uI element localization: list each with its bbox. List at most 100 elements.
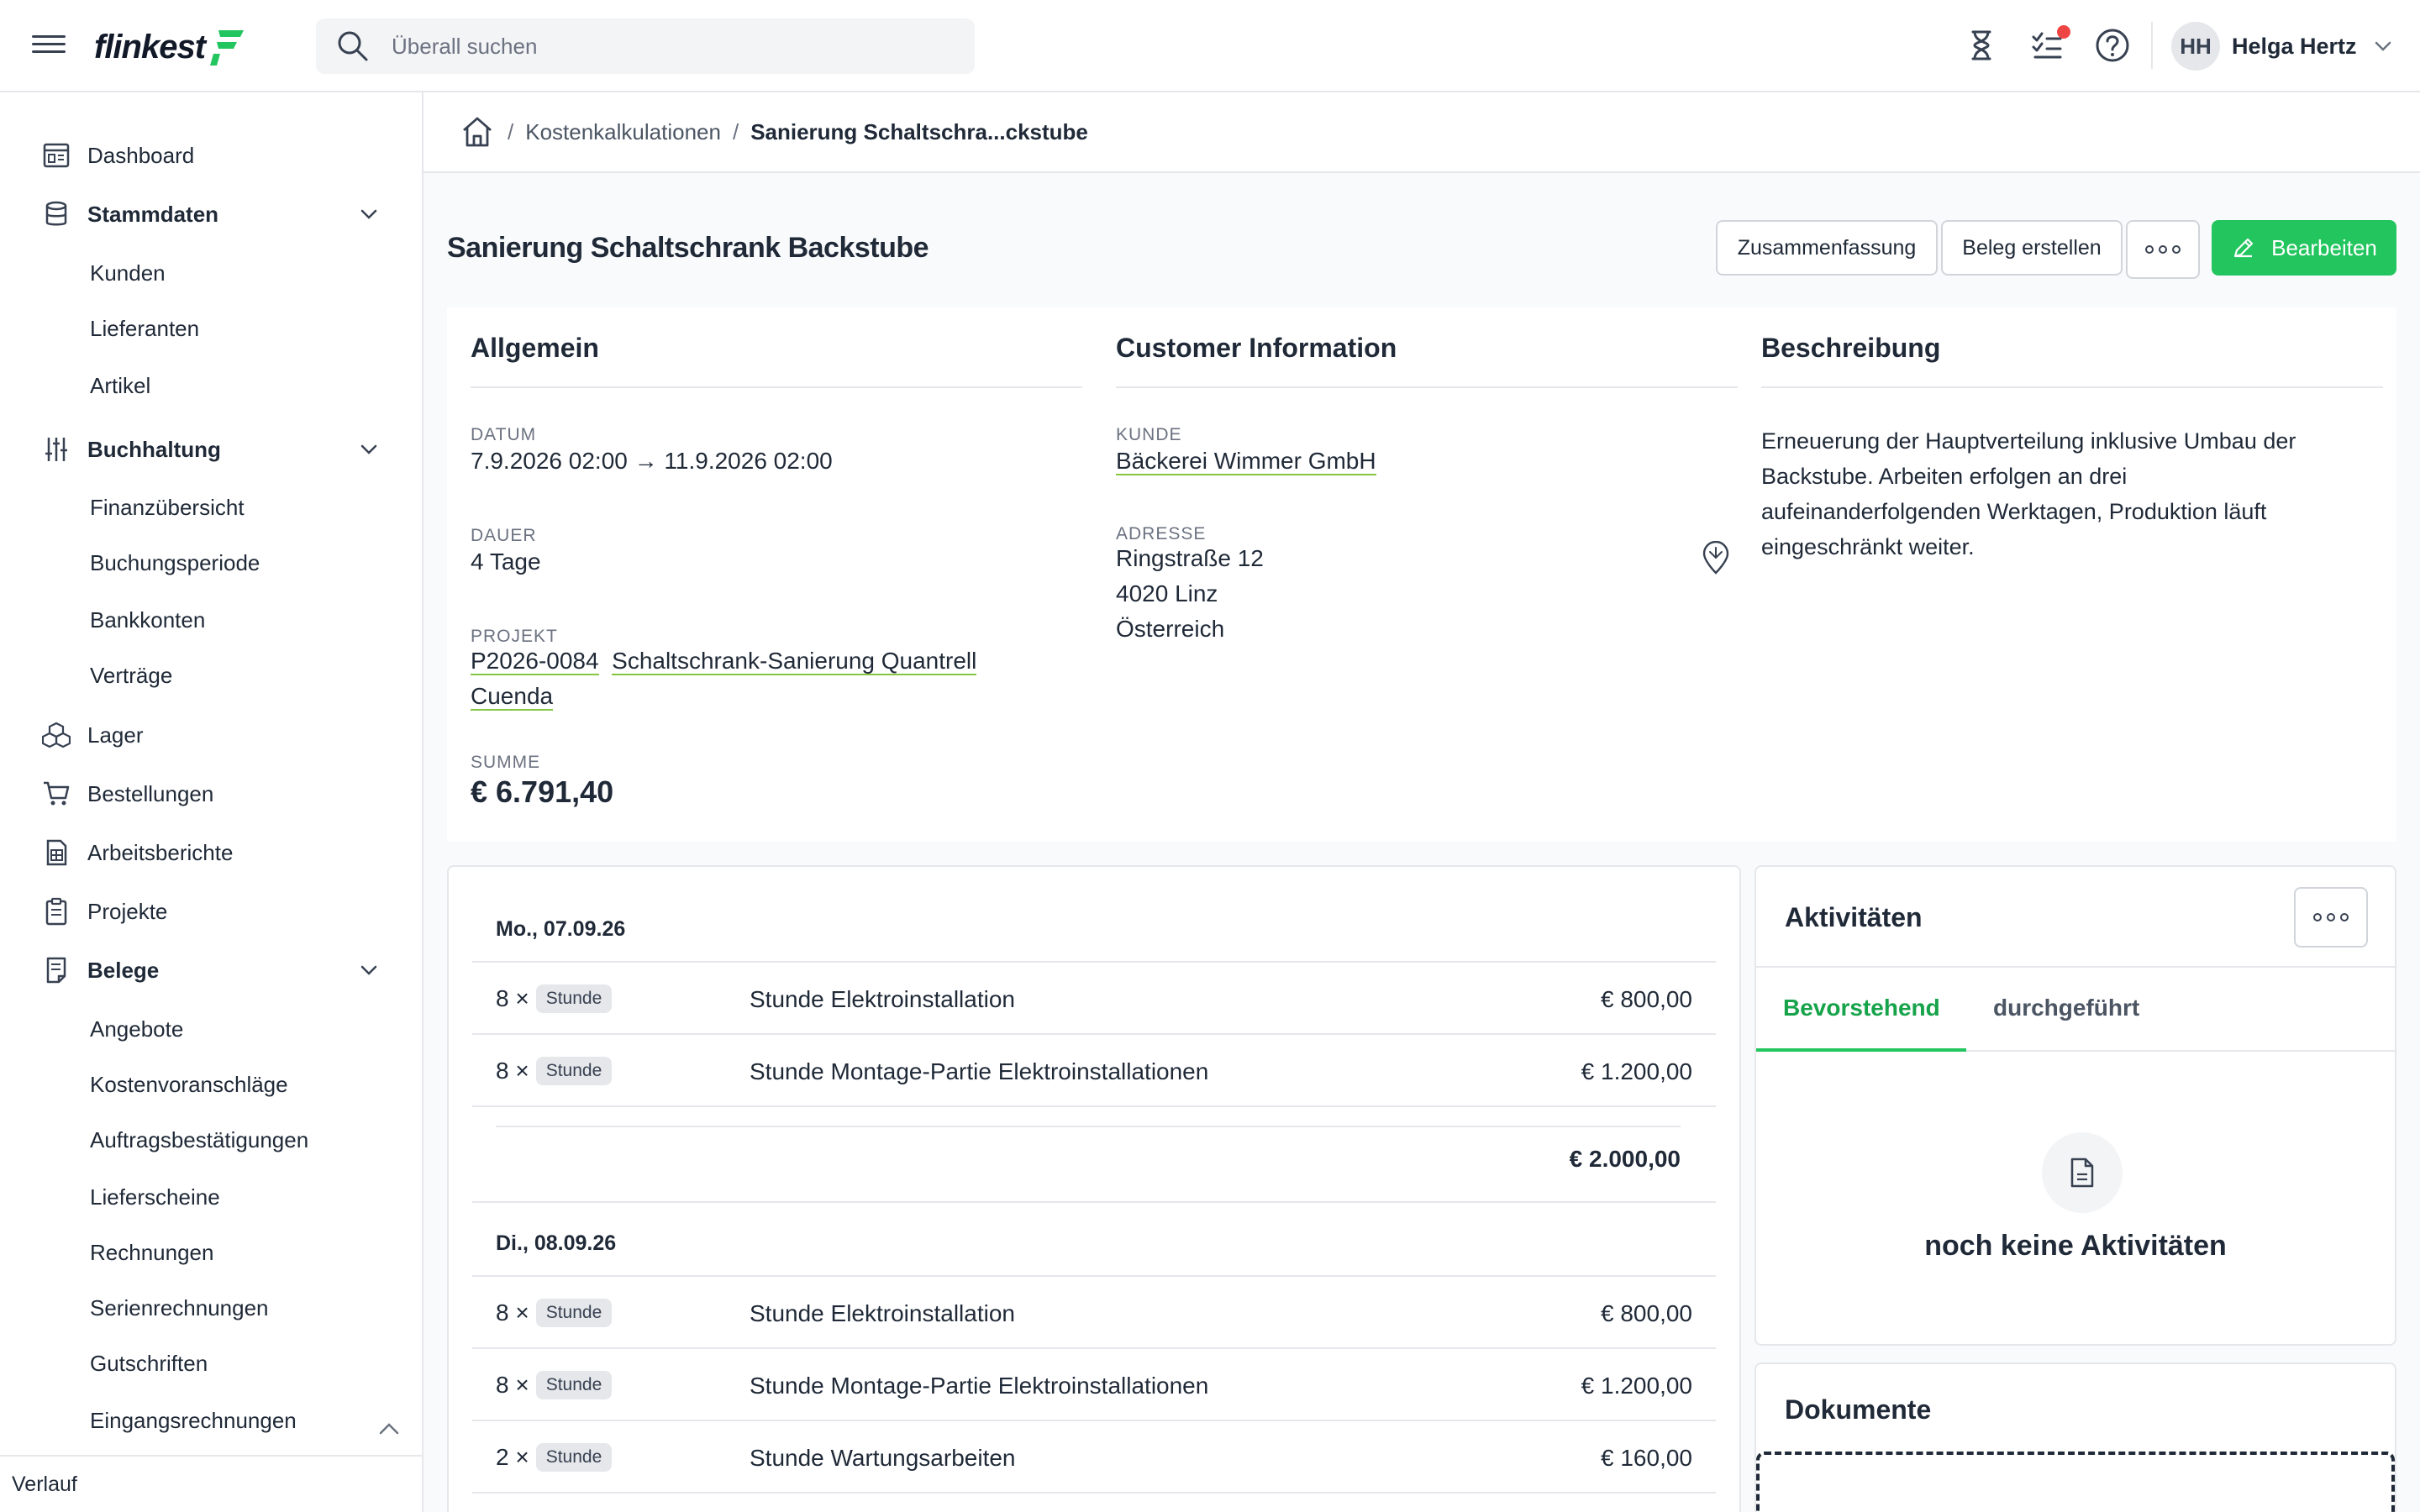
chevron-down-icon[interactable]	[356, 437, 381, 462]
chevron-down-icon[interactable]	[356, 958, 381, 983]
sidebar-item-arbeitsberichte[interactable]: Arbeitsberichte	[0, 827, 422, 878]
sidebar-item-projekte[interactable]: Projekte	[0, 886, 422, 937]
sidebar-item-serienrechnungen[interactable]: Serienrechnungen	[0, 1284, 422, 1331]
general-section: Allgemein DATUM 7.9.2026 02:00 → 11.9.20…	[471, 307, 1092, 842]
divider	[1116, 386, 1738, 388]
summary-button[interactable]: Zusammenfassung	[1716, 220, 1938, 276]
sum-value: € 6.791,40	[471, 774, 614, 809]
sidebar-item-label: Gutschriften	[90, 1350, 208, 1376]
sidebar-item-auftragsbestaetigungen[interactable]: Auftragsbestätigungen	[0, 1116, 422, 1163]
item-price: € 160,00	[1601, 1445, 1692, 1471]
home-icon[interactable]	[459, 113, 496, 150]
breadcrumb-separator: /	[508, 118, 514, 144]
day-header: Di., 08.09.26	[496, 1231, 617, 1255]
user-menu[interactable]: HH Helga Hertz	[2171, 22, 2394, 71]
date-label: DATUM	[471, 425, 537, 444]
item-quantity: 8 × Stunde	[496, 1371, 613, 1399]
notification-dot	[2057, 25, 2070, 39]
breadcrumb-parent-link[interactable]: Kostenkalkulationen	[525, 119, 721, 145]
item-name: Stunde Elektroinstallation	[750, 1300, 1015, 1326]
sidebar-item-dashboard[interactable]: Dashboard	[0, 130, 422, 181]
sidebar: Dashboard Stammdaten Kunden Lieferanten …	[0, 92, 424, 1512]
search-input[interactable]	[392, 33, 946, 60]
customer-value: Bäckerei Wimmer GmbH	[1116, 444, 1376, 479]
customer-link[interactable]: Bäckerei Wimmer GmbH	[1116, 448, 1376, 475]
logo-text: flinkest	[94, 28, 206, 66]
sidebar-item-finanzuebersicht[interactable]: Finanzübersicht	[0, 484, 422, 531]
menu-icon[interactable]	[32, 30, 66, 60]
unit-badge: Stunde	[535, 984, 613, 1013]
sidebar-item-belege[interactable]: Belege	[0, 945, 422, 995]
tab-done[interactable]: durchgeführt	[1993, 995, 2139, 1021]
hourglass-icon[interactable]	[1961, 25, 2002, 66]
sidebar-item-gutschriften[interactable]: Gutschriften	[0, 1340, 422, 1387]
sidebar-item-label: Lieferscheine	[90, 1184, 220, 1210]
day-subtotal: € 2.000,00	[1569, 1146, 1681, 1172]
project-name-link-continued[interactable]: Cuenda	[471, 683, 554, 711]
sidebar-item-artikel[interactable]: Artikel	[0, 362, 422, 409]
sidebar-item-lieferanten[interactable]: Lieferanten	[0, 305, 422, 352]
description-line2: Backstube. Arbeiten erfolgen an drei	[1761, 464, 2128, 489]
chevron-down-icon[interactable]	[356, 202, 381, 227]
boxes-icon	[42, 722, 71, 748]
clipboard-icon	[45, 897, 67, 926]
table-row[interactable]: 2 × Stunde Stunde Wartungsarbeiten € 160,…	[472, 1421, 1716, 1492]
edit-button[interactable]: Bearbeiten	[2212, 220, 2396, 276]
project-number-link[interactable]: P2026-0084	[471, 648, 599, 675]
divider	[1761, 386, 2383, 388]
quantity-value: 8 ×	[496, 1299, 529, 1326]
sidebar-item-bestellungen[interactable]: Bestellungen	[0, 769, 422, 819]
sidebar-item-label: Serienrechnungen	[90, 1294, 269, 1320]
sliders-icon	[45, 438, 67, 461]
sidebar-item-bankkonten[interactable]: Bankkonten	[0, 596, 422, 643]
document-icon	[2070, 1158, 2094, 1188]
table-row[interactable]: 8 × Stunde Stunde Elektroinstallation € 8…	[472, 963, 1716, 1033]
help-icon[interactable]	[2092, 25, 2133, 66]
address-line3: Österreich	[1116, 616, 1225, 642]
receipt-icon	[46, 957, 66, 984]
logo[interactable]: flinkest	[94, 25, 247, 69]
sidebar-item-eingangsrechnungen[interactable]: Eingangsrechnungen	[0, 1397, 422, 1444]
sidebar-item-lager[interactable]: Lager	[0, 710, 422, 760]
sidebar-item-kunden[interactable]: Kunden	[0, 249, 422, 297]
sidebar-item-vertraege[interactable]: Verträge	[0, 652, 422, 699]
avatar: HH	[2171, 22, 2220, 71]
item-name: Stunde Montage-Partie Elektroinstallatio…	[750, 1058, 1209, 1084]
sidebar-item-rechnungen[interactable]: Rechnungen	[0, 1229, 422, 1276]
main-content: / Kostenkalkulationen / Sanierung Schalt…	[424, 92, 2420, 1512]
history-link[interactable]: Verlauf	[0, 1455, 422, 1512]
item-price: € 800,00	[1601, 986, 1692, 1012]
activities-more-button[interactable]	[2294, 887, 2368, 948]
sidebar-item-buchungsperiode[interactable]: Buchungsperiode	[0, 539, 422, 586]
global-search[interactable]	[316, 18, 975, 74]
project-name-link[interactable]: Schaltschrank-Sanierung Quantrell	[612, 648, 977, 675]
more-actions-button[interactable]	[2126, 220, 2200, 279]
day-header: Mo., 07.09.26	[496, 917, 626, 941]
chevron-up-icon[interactable]	[375, 1416, 403, 1441]
report-icon	[46, 839, 67, 866]
table-row[interactable]: 8 × Stunde Stunde Montage-Partie Elektroi…	[472, 1349, 1716, 1420]
customer-section: Customer Information KUNDE Bäckerei Wimm…	[1116, 307, 1738, 842]
sidebar-item-lieferscheine[interactable]: Lieferscheine	[0, 1173, 422, 1221]
line-items-card: Mo., 07.09.26 8 × Stunde Stunde Elektroin…	[447, 865, 1741, 1512]
sidebar-item-stammdaten[interactable]: Stammdaten	[0, 189, 422, 239]
sidebar-item-label: Rechnungen	[90, 1239, 214, 1265]
sidebar-item-label: Eingangsrechnungen	[90, 1407, 297, 1433]
document-dropzone[interactable]	[1756, 1452, 2395, 1512]
tab-upcoming[interactable]: Bevorstehend	[1783, 995, 1940, 1021]
map-pin-icon[interactable]	[1701, 541, 1731, 575]
table-row[interactable]: 8 × Stunde Stunde Montage-Partie Elektroi…	[472, 1035, 1716, 1105]
user-name: Helga Hertz	[2232, 33, 2357, 59]
sidebar-item-label: Buchungsperiode	[90, 549, 260, 575]
sidebar-item-buchhaltung[interactable]: Buchhaltung	[0, 424, 422, 475]
duration-value: 4 Tage	[471, 549, 541, 575]
unit-badge: Stunde	[535, 1299, 613, 1327]
sidebar-item-kostenvoranschlaege[interactable]: Kostenvoranschläge	[0, 1061, 422, 1108]
sidebar-item-label: Bestellungen	[87, 780, 214, 806]
sidebar-item-angebote[interactable]: Angebote	[0, 1005, 422, 1053]
sidebar-item-label: Finanzübersicht	[90, 494, 245, 520]
create-document-button[interactable]: Beleg erstellen	[1941, 220, 2123, 276]
table-row[interactable]: 8 × Stunde Stunde Elektroinstallation € 8…	[472, 1277, 1716, 1347]
top-bar: flinkest HH Helga Hertz	[0, 0, 2420, 92]
sidebar-item-label: Projekte	[87, 898, 168, 924]
